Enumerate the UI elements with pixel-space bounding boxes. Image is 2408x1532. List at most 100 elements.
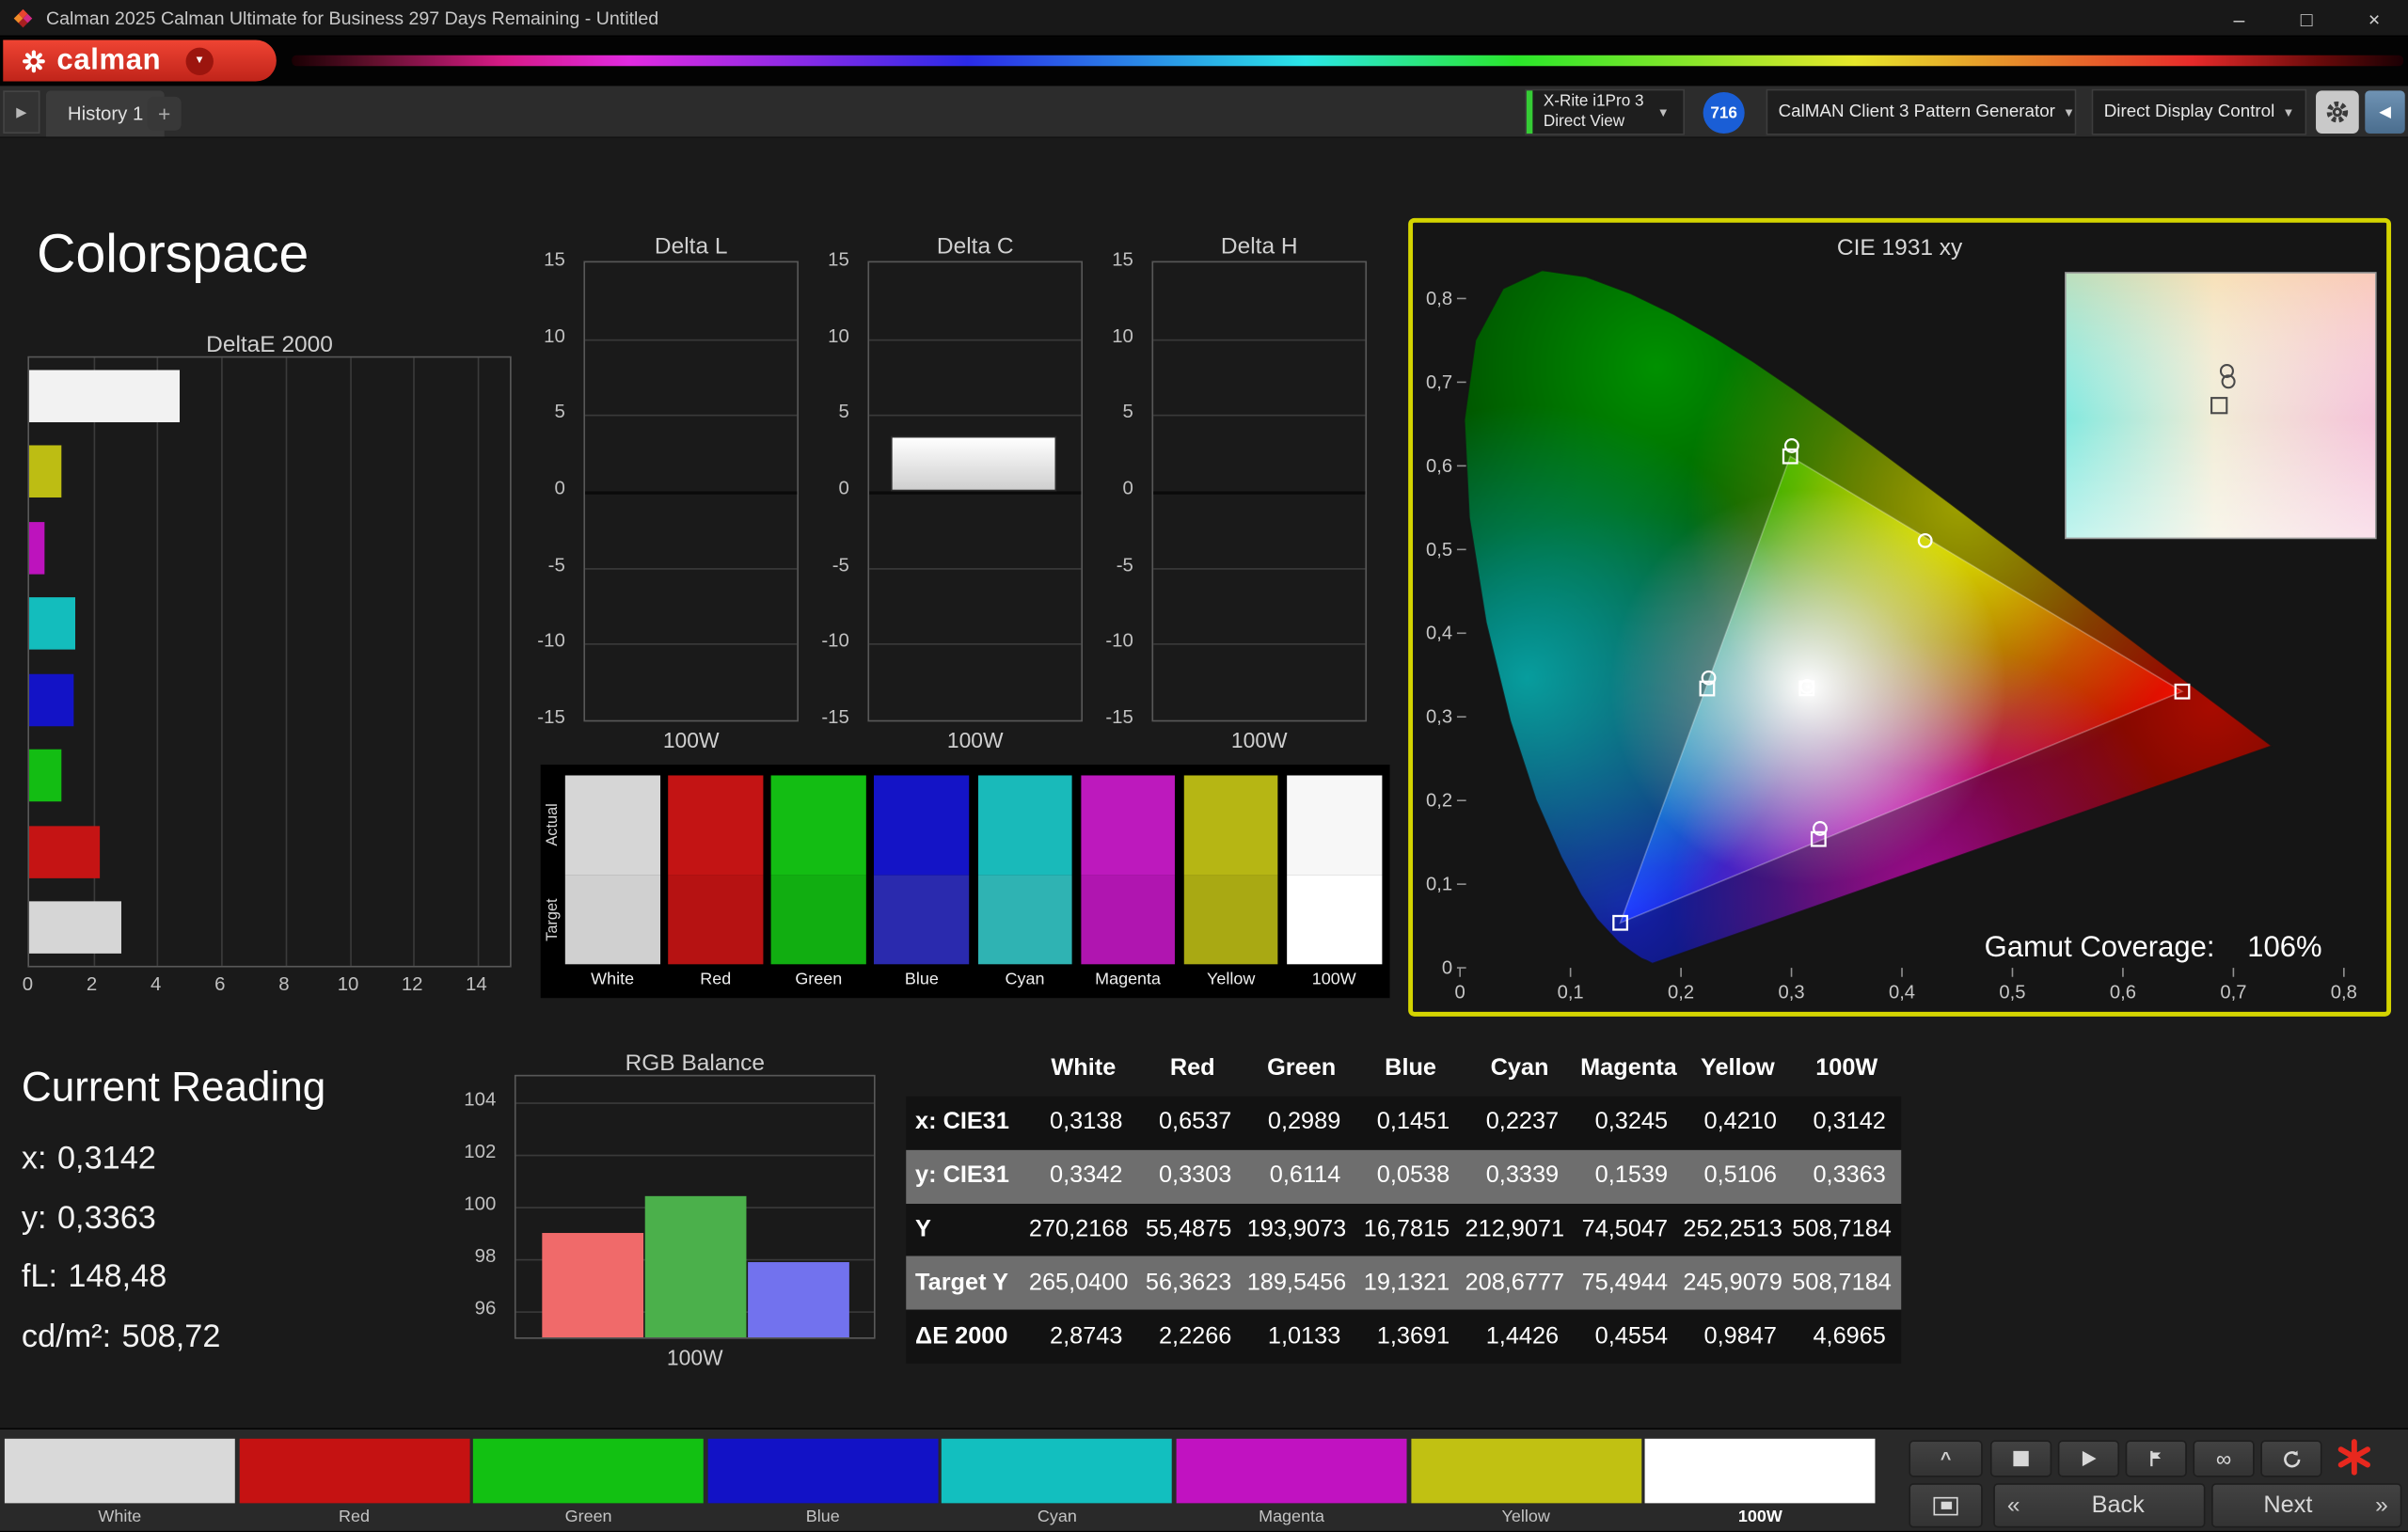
deltae-bar-yellow — [29, 445, 61, 498]
display-control-dropdown[interactable]: Direct Display Control ▼ — [2091, 88, 2307, 135]
table-header-row: White Red Green Blue Cyan Magenta Yellow 100W — [906, 1041, 1901, 1097]
caret-up-button[interactable]: ^ — [1909, 1440, 1983, 1477]
pattern-window-button[interactable] — [1909, 1483, 1983, 1528]
gridline — [585, 643, 798, 646]
deltae-xtick-label: 0 — [22, 973, 34, 995]
deltae-xaxis: 0 2 4 6 8 10 12 14 — [23, 973, 511, 998]
collapse-toolbar-button[interactable]: ◀ — [2365, 90, 2405, 134]
svg-text:0,3: 0,3 — [1426, 707, 1452, 728]
patch-label: 100W — [1737, 1508, 1782, 1526]
table-row-label: Target Y — [915, 1269, 1008, 1296]
swatch-row-label-target: Target — [544, 898, 562, 941]
table-cell: 0,3342 — [1050, 1162, 1123, 1189]
add-tab-button[interactable]: + — [147, 96, 182, 131]
delta-h-plot — [1151, 261, 1368, 722]
rgb-plot — [514, 1074, 876, 1339]
table-column-header: Green — [1267, 1054, 1337, 1082]
table-cell: 0,3339 — [1485, 1162, 1560, 1189]
chart-title: Delta C — [936, 233, 1014, 260]
swatch-actual — [977, 775, 1072, 876]
table-column-header: Magenta — [1580, 1054, 1677, 1082]
window-title: Calman 2025 Calman Ultimate for Business… — [45, 7, 659, 29]
maximize-button[interactable]: □ — [2273, 0, 2340, 37]
table-cell: 56,3623 — [1145, 1269, 1232, 1296]
transport-controls: ^ ∞ « Back Next » — [1904, 1429, 2404, 1532]
deltae-bar-cyan — [29, 597, 76, 651]
patch-button-white[interactable]: White — [4, 1438, 235, 1528]
ytick-label: -10 — [537, 629, 565, 652]
patch-button-magenta[interactable]: Magenta — [1176, 1438, 1407, 1528]
table-row-label: ΔE 2000 — [915, 1322, 1008, 1350]
calman-wordmark: calman — [56, 43, 162, 76]
pattern-generator-dropdown[interactable]: CalMAN Client 3 Pattern Generator ▼ — [1766, 88, 2077, 135]
patch-button-cyan[interactable]: Cyan — [942, 1438, 1173, 1528]
minimize-button[interactable]: – — [2205, 0, 2273, 37]
patch-button-100w[interactable]: 100W — [1644, 1438, 1876, 1528]
deltae-bar-row — [29, 737, 510, 813]
swatch-column-red: Red — [668, 775, 764, 998]
table-cell: 193,9073 — [1246, 1216, 1347, 1242]
chart-title: Delta H — [1220, 233, 1298, 260]
delta_c-bar — [890, 436, 1057, 492]
reading-label: x: — [21, 1141, 47, 1177]
play-button[interactable] — [2057, 1440, 2120, 1477]
reading-value: 0,3363 — [56, 1200, 156, 1236]
gridline — [585, 339, 798, 340]
table-cell: 74,5047 — [1581, 1216, 1669, 1242]
table-cell: 75,4944 — [1581, 1269, 1669, 1296]
gamut-coverage-label: Gamut Coverage: — [1984, 932, 2215, 965]
next-chevron-icon: » — [2375, 1492, 2388, 1519]
patch-label: Cyan — [1037, 1508, 1077, 1526]
patch-button-red[interactable]: Red — [239, 1438, 469, 1528]
flag-icon — [2150, 1450, 2162, 1467]
table-row: Y 270,2168 55,4875 193,9073 16,7815 212,9071 7… — [906, 1203, 1902, 1257]
meter-dropdown[interactable]: X-Rite i1Pro 3 Direct View ▼ — [1525, 88, 1686, 135]
table-column-header: 100W — [1815, 1054, 1878, 1082]
swatch-label: Cyan — [1005, 970, 1045, 989]
ytick-label: 10 — [544, 324, 565, 347]
calman-menu-button[interactable]: calman ▼ — [3, 39, 277, 82]
table-cell: 0,4210 — [1703, 1109, 1777, 1136]
loop-button[interactable]: ∞ — [2193, 1440, 2255, 1477]
table-cell: 0,1451 — [1376, 1109, 1450, 1136]
stop-button[interactable] — [1989, 1440, 2052, 1477]
table-cell: 1,4426 — [1485, 1322, 1560, 1350]
table-row: y: CIE31 0,3342 0,3303 0,6114 0,0538 0,3339 0,… — [906, 1149, 1902, 1204]
patch-button-yellow[interactable]: Yellow — [1410, 1438, 1641, 1528]
ytick-label: 15 — [1112, 248, 1133, 271]
deltae-2000-chart: DeltaE 2000 0 2 4 6 8 10 12 14 — [23, 332, 512, 995]
table-row: ΔE 2000 2,8743 2,2266 1,0133 1,3691 1,4426 0,4… — [906, 1309, 1902, 1364]
swatch-label: Yellow — [1207, 970, 1256, 989]
back-chevron-icon: « — [2006, 1492, 2020, 1519]
close-button[interactable]: × — [2340, 0, 2408, 37]
ytick-label: -15 — [821, 706, 849, 728]
patch-button-blue[interactable]: Blue — [707, 1438, 939, 1528]
swatch-target — [1183, 875, 1278, 965]
back-button[interactable]: « Back — [1993, 1483, 2206, 1528]
patch-label: Green — [564, 1508, 612, 1526]
ytick-label: 5 — [1122, 401, 1133, 423]
refresh-button[interactable] — [2260, 1440, 2322, 1477]
next-button[interactable]: Next » — [2211, 1483, 2402, 1528]
patch-button-green[interactable]: Green — [473, 1438, 705, 1528]
readings-table: White Red Green Blue Cyan Magenta Yellow 100W x:… — [906, 1041, 1902, 1364]
table-cell: 2,2266 — [1158, 1322, 1232, 1350]
reading-fl: fL: 148,48 — [22, 1248, 221, 1307]
table-cell: 2,8743 — [1050, 1322, 1123, 1350]
gridline — [1153, 491, 1366, 495]
history-nav-button[interactable]: ▶ — [3, 90, 40, 134]
table-cell: 265,0400 — [1028, 1269, 1129, 1296]
next-label: Next — [2263, 1492, 2313, 1518]
title-bar: Calman 2025 Calman Ultimate for Business… — [0, 0, 2408, 38]
ytick-label: 98 — [474, 1245, 497, 1267]
current-reading-title: Current Reading — [21, 1064, 326, 1111]
swatch-column-magenta: Magenta — [1080, 775, 1176, 998]
gridline — [1153, 339, 1366, 340]
cie-svg: 0 0,1 0,2 0,3 0,4 0,5 0,6 0,7 0,8 0 0,1 0,2 0,3 0,4 0,… — [1426, 269, 2377, 1003]
patch-label: White — [98, 1508, 142, 1526]
swatch-actual — [1080, 775, 1176, 876]
ytick-label: -15 — [537, 706, 565, 728]
flag-button[interactable] — [2125, 1440, 2187, 1477]
settings-button[interactable] — [2316, 90, 2359, 134]
table-cell: 19,1321 — [1363, 1269, 1450, 1296]
